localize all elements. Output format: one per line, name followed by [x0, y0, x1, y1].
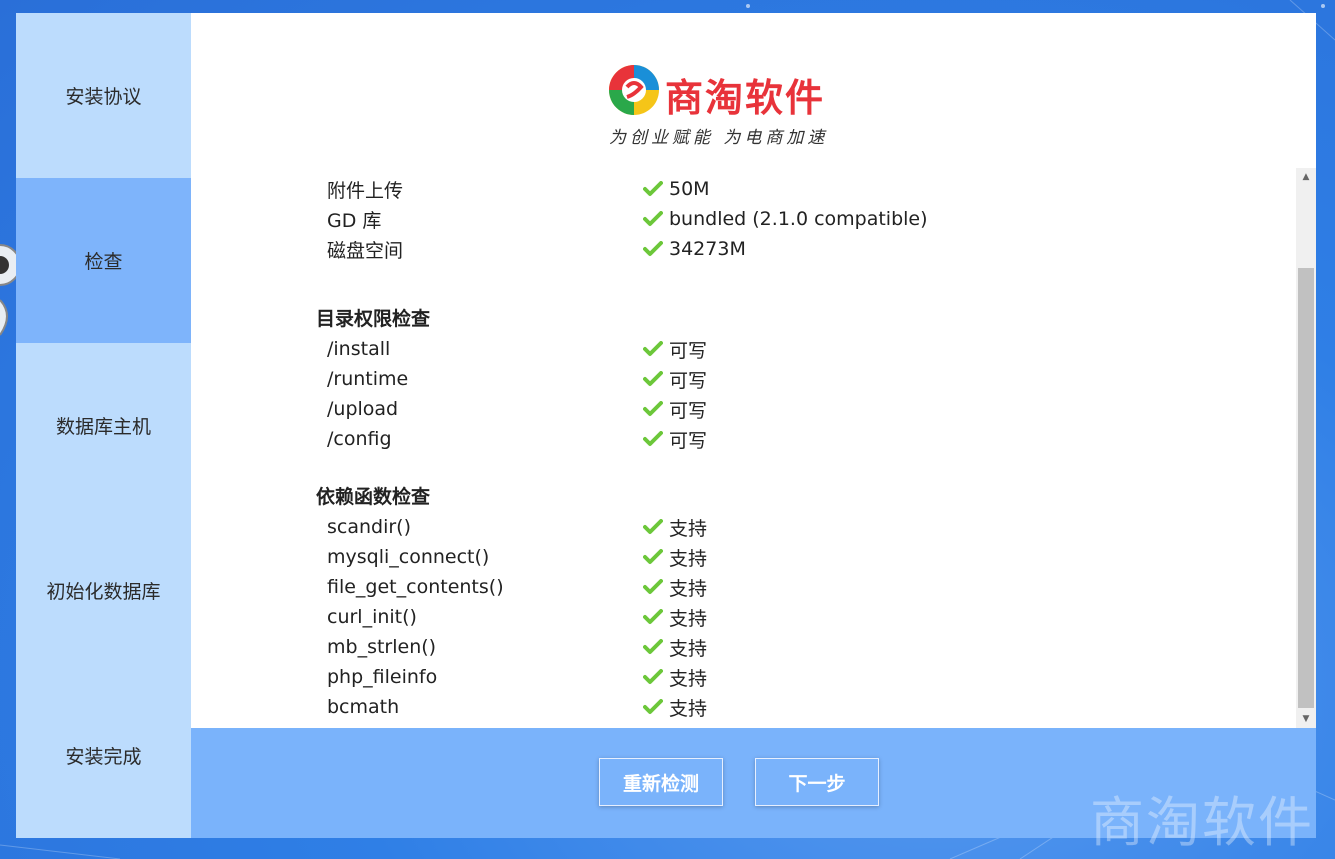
- step-check[interactable]: 检查: [16, 178, 191, 343]
- check-icon: [643, 181, 663, 196]
- check-icon: [643, 371, 663, 386]
- item-value: 可写: [669, 399, 708, 422]
- list-item: /install 可写: [327, 334, 707, 364]
- check-icon: [643, 211, 663, 226]
- next-step-button[interactable]: 下一步: [755, 758, 879, 806]
- check-icon: [643, 401, 663, 416]
- vertical-scrollbar[interactable]: ▲ ▼: [1296, 168, 1316, 728]
- section-title-directory: 目录权限检查: [316, 308, 431, 330]
- list-item: file_get_contents() 支持: [327, 572, 707, 602]
- list-item: php_fileinfo 支持: [327, 662, 707, 692]
- item-value: 可写: [669, 339, 708, 362]
- brand-logo: 商淘软件 为创业赋能 为电商加速: [607, 63, 857, 163]
- item-value: 支持: [669, 637, 708, 660]
- logo-mark-icon: [609, 65, 659, 115]
- list-item: scandir() 支持: [327, 512, 707, 542]
- list-item: mysqli_connect() 支持: [327, 542, 707, 572]
- item-label: /upload: [327, 398, 399, 420]
- check-icon: [643, 699, 663, 714]
- main-panel: 商淘软件 为创业赋能 为电商加速 附件上传 50M GD 库 bundled (…: [191, 13, 1316, 728]
- item-label: scandir(): [327, 516, 412, 538]
- item-label: /runtime: [327, 368, 409, 390]
- check-icon: [643, 639, 663, 654]
- item-label: mb_strlen(): [327, 636, 437, 658]
- item-label: file_get_contents(): [327, 576, 504, 598]
- item-label: bcmath: [327, 696, 400, 718]
- check-icon: [643, 519, 663, 534]
- item-label: 磁盘空间: [327, 239, 404, 262]
- step-complete[interactable]: 安装完成: [16, 673, 191, 838]
- item-value: 支持: [669, 607, 708, 630]
- step-agreement[interactable]: 安装协议: [16, 13, 191, 178]
- logo-name: 商淘软件: [665, 76, 826, 120]
- step-init-database[interactable]: 初始化数据库: [16, 508, 191, 673]
- item-value: 支持: [669, 667, 708, 690]
- item-label: mysqli_connect(): [327, 546, 490, 568]
- item-value: bundled (2.1.0 compatible): [669, 208, 928, 230]
- robot-decoration: [0, 244, 16, 336]
- install-steps-sidebar: 安装协议 检查 数据库主机 初始化数据库 安装完成: [16, 13, 191, 838]
- list-item: /upload 可写: [327, 394, 707, 424]
- scroll-up-arrow-icon[interactable]: ▲: [1296, 168, 1316, 186]
- scrollbar-thumb[interactable]: [1298, 268, 1314, 708]
- check-icon: [643, 341, 663, 356]
- list-item: /runtime 可写: [327, 364, 707, 394]
- item-label: GD 库: [327, 209, 382, 232]
- item-label: /config: [327, 428, 392, 450]
- item-value: 可写: [669, 369, 708, 392]
- list-item: /config 可写: [327, 424, 707, 454]
- item-value: 支持: [669, 577, 708, 600]
- list-item: 附件上传 50M: [327, 174, 710, 204]
- check-icon: [643, 609, 663, 624]
- item-value: 支持: [669, 697, 708, 720]
- item-value: 50M: [669, 178, 710, 200]
- check-icon: [643, 431, 663, 446]
- item-label: php_fileinfo: [327, 666, 438, 688]
- item-value: 可写: [669, 429, 708, 452]
- item-value: 34273M: [669, 238, 746, 260]
- brand-watermark: 商淘软件: [1090, 791, 1314, 854]
- check-results-list: 附件上传 50M GD 库 bundled (2.1.0 compatible)…: [191, 168, 1296, 728]
- list-item: curl_init() 支持: [327, 602, 707, 632]
- section-title-functions: 依赖函数检查: [316, 486, 431, 508]
- item-label: /install: [327, 338, 391, 360]
- check-icon: [643, 669, 663, 684]
- list-item: GD 库 bundled (2.1.0 compatible): [327, 204, 928, 234]
- item-label: 附件上传: [327, 179, 404, 202]
- check-icon: [643, 579, 663, 594]
- list-item: mb_strlen() 支持: [327, 632, 707, 662]
- check-icon: [643, 549, 663, 564]
- list-item: bcmath 支持: [327, 692, 707, 722]
- recheck-button[interactable]: 重新检测: [599, 758, 723, 806]
- scroll-down-arrow-icon[interactable]: ▼: [1296, 710, 1316, 728]
- list-item: 磁盘空间 34273M: [327, 234, 746, 264]
- check-icon: [643, 241, 663, 256]
- logo-slogan: 为创业赋能 为电商加速: [609, 128, 829, 148]
- step-database-host[interactable]: 数据库主机: [16, 343, 191, 508]
- item-value: 支持: [669, 517, 708, 540]
- item-value: 支持: [669, 547, 708, 570]
- item-label: curl_init(): [327, 606, 417, 628]
